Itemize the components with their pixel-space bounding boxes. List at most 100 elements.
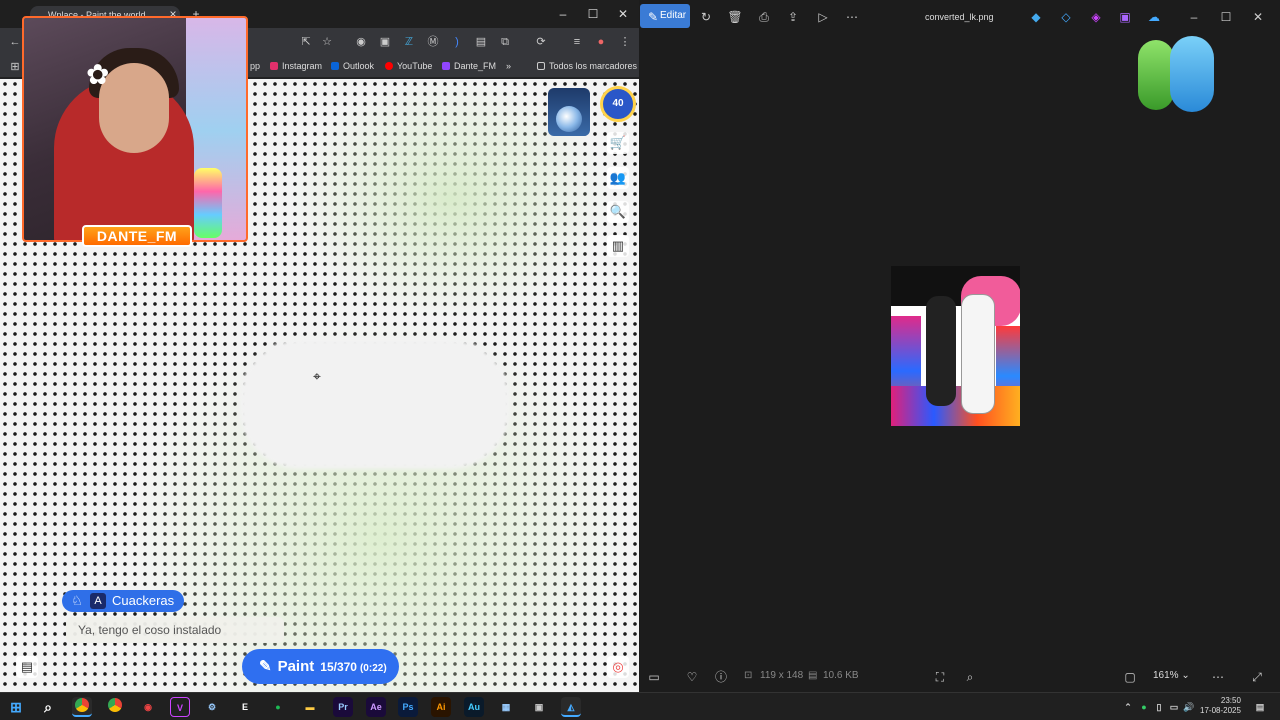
extension-icon[interactable]: ℤ (400, 34, 418, 50)
mouse-cursor-icon: ⌖ (313, 368, 321, 384)
photos-app-icon[interactable]: ◭ (561, 697, 581, 717)
art-figure-light (961, 294, 995, 414)
spotify-icon[interactable]: ● (268, 697, 288, 717)
maximize-icon[interactable]: ☐ (582, 4, 604, 24)
search-location-icon[interactable]: 🔍 (607, 201, 629, 223)
flower-icon: ✿ (86, 59, 110, 90)
zoom-level[interactable]: 161% ⌄ (1153, 670, 1190, 681)
bookmark-dante-fm[interactable]: Dante_FM (442, 61, 496, 71)
bookmark-instagram[interactable]: Instagram (270, 61, 322, 71)
profile-avatar-icon[interactable]: ● (592, 34, 610, 50)
more-options-icon[interactable]: ⋯ (843, 9, 861, 25)
rotate-icon[interactable]: ↻ (697, 9, 715, 25)
explore-location-icon[interactable]: ◎ (607, 656, 629, 678)
bookmark-youtube[interactable]: YouTube (385, 61, 432, 71)
menu-icon[interactable]: ⋮ (616, 34, 634, 50)
volume-icon[interactable]: 🔊 (1179, 697, 1199, 717)
copilot-icon[interactable]: ◆ (1027, 9, 1045, 25)
user-level-badge[interactable]: 40 (600, 86, 636, 122)
more-options-icon[interactable]: ⋯ (1209, 669, 1227, 685)
share-icon[interactable]: ⇪ (784, 9, 802, 25)
photoshop-icon[interactable]: Ps (398, 697, 418, 717)
canvas-region (240, 339, 510, 469)
zoom-fit-icon[interactable]: ▢ (1121, 669, 1139, 685)
extension-icon[interactable]: Ⓜ (424, 34, 442, 50)
after-effects-icon[interactable]: Ae (366, 697, 386, 717)
print-icon[interactable]: ⎙ (755, 9, 773, 25)
file-name: converted_lk.png (925, 12, 994, 22)
audition-icon[interactable]: Au (464, 697, 484, 717)
chevron-down-icon: ⌄ (1181, 670, 1190, 681)
msn-figure-blue (1170, 36, 1214, 112)
viewer-maximize-icon[interactable]: ☐ (1217, 9, 1235, 25)
leaderboard-icon[interactable]: ▥ (607, 235, 629, 257)
favorite-heart-icon[interactable]: ♡ (683, 669, 701, 685)
extension-icon[interactable]: ▣ (376, 34, 394, 50)
extension-icon[interactable]: ◉ (352, 34, 370, 50)
brush-icon: ✎ (259, 658, 272, 675)
alliance-icon[interactable]: 👥 (607, 167, 629, 189)
paint-charges: 15/370 (320, 660, 357, 674)
install-app-icon[interactable]: ⇱ (297, 34, 315, 50)
image-dimensions: 119 x 148 (760, 670, 804, 681)
chrome-profile-icon[interactable] (105, 697, 125, 717)
visual-search-icon[interactable]: ⌕ (961, 669, 979, 685)
minimize-icon[interactable]: – (552, 4, 574, 24)
extensions-puzzle-icon[interactable]: ⧉ (496, 34, 514, 50)
paint-button[interactable]: ✎ Paint 15/370 (0:22) (242, 649, 399, 684)
chrome-icon[interactable] (72, 697, 92, 717)
bookmark-partial[interactable]: pp (250, 61, 260, 71)
viewer-minimize-icon[interactable]: – (1185, 9, 1203, 25)
webcam-face (99, 63, 169, 153)
chat-username-text: Cuackeras (112, 593, 175, 608)
paint-app-icon[interactable]: ◈ (1087, 9, 1105, 25)
search-icon[interactable]: ⌕ (38, 697, 58, 717)
viewer-close-icon[interactable]: ✕ (1249, 9, 1267, 25)
msn-figure-green (1138, 40, 1174, 110)
media-control-icon[interactable]: ≡ (568, 34, 586, 50)
epic-games-icon[interactable]: E (235, 697, 255, 717)
chat-message: Ya, tengo el coso instalado (66, 617, 284, 643)
tab-search-icon[interactable]: ⟳ (532, 34, 550, 50)
bookmark-outlook[interactable]: Outlook (331, 61, 374, 71)
browser-window: Wplace - Paint the world × + – ☐ ✕ ← ⇱ ☆… (0, 0, 639, 692)
folder-icon (537, 62, 545, 70)
clipchamp-icon[interactable]: ▣ (1116, 9, 1134, 25)
illustrator-icon[interactable]: Ai (431, 697, 451, 717)
notifications-icon[interactable]: ▤ (1250, 697, 1270, 717)
app-icon[interactable]: V (170, 697, 190, 717)
slideshow-icon[interactable]: ▷ (814, 9, 832, 25)
steam-icon[interactable]: ⚙ (202, 697, 222, 717)
webcam-lamp (194, 168, 222, 238)
extension-icon[interactable]: ▤ (472, 34, 490, 50)
globe-icon (556, 106, 582, 132)
chat-username: ♘ A Cuackeras (62, 590, 185, 612)
system-clock[interactable]: 23:50 17-08-2025 (1200, 696, 1241, 716)
designer-icon[interactable]: ◇ (1057, 9, 1075, 25)
calculator-icon[interactable]: ▦ (496, 697, 516, 717)
fit-to-window-icon[interactable]: ⛶ (931, 669, 949, 685)
delete-icon[interactable]: 🗑 (726, 9, 744, 25)
onedrive-icon[interactable]: ☁ (1145, 9, 1163, 25)
file-explorer-icon[interactable]: ▬ (300, 697, 320, 717)
filmstrip-icon[interactable]: ▭ (645, 669, 663, 685)
all-bookmarks[interactable]: Todos los marcadores (537, 61, 637, 71)
store-cart-icon[interactable]: 🛒 (607, 132, 629, 154)
close-icon[interactable]: ✕ (612, 4, 634, 24)
windows-start-icon[interactable]: ⊞ (6, 697, 26, 717)
bookmarks-overflow-icon[interactable]: » (506, 61, 511, 71)
clock-time: 23:50 (1220, 696, 1241, 705)
fullscreen-icon[interactable]: ⤢ (1248, 669, 1266, 685)
file-info-icon[interactable]: ⓘ (712, 669, 730, 685)
app-window-icon[interactable]: ▣ (529, 697, 549, 717)
world-map-button[interactable] (548, 88, 590, 136)
obs-icon[interactable]: ◉ (138, 697, 158, 717)
premiere-icon[interactable]: Pr (333, 697, 353, 717)
msn-messenger-icon (1134, 32, 1220, 118)
bookmark-label: Dante_FM (454, 61, 497, 71)
info-panel-icon[interactable]: ▤ (16, 656, 38, 678)
zoom-value: 161% (1153, 670, 1179, 681)
extension-icon[interactable]: ) (448, 34, 466, 50)
bookmark-star-icon[interactable]: ☆ (318, 34, 336, 50)
youtube-icon (385, 62, 393, 70)
